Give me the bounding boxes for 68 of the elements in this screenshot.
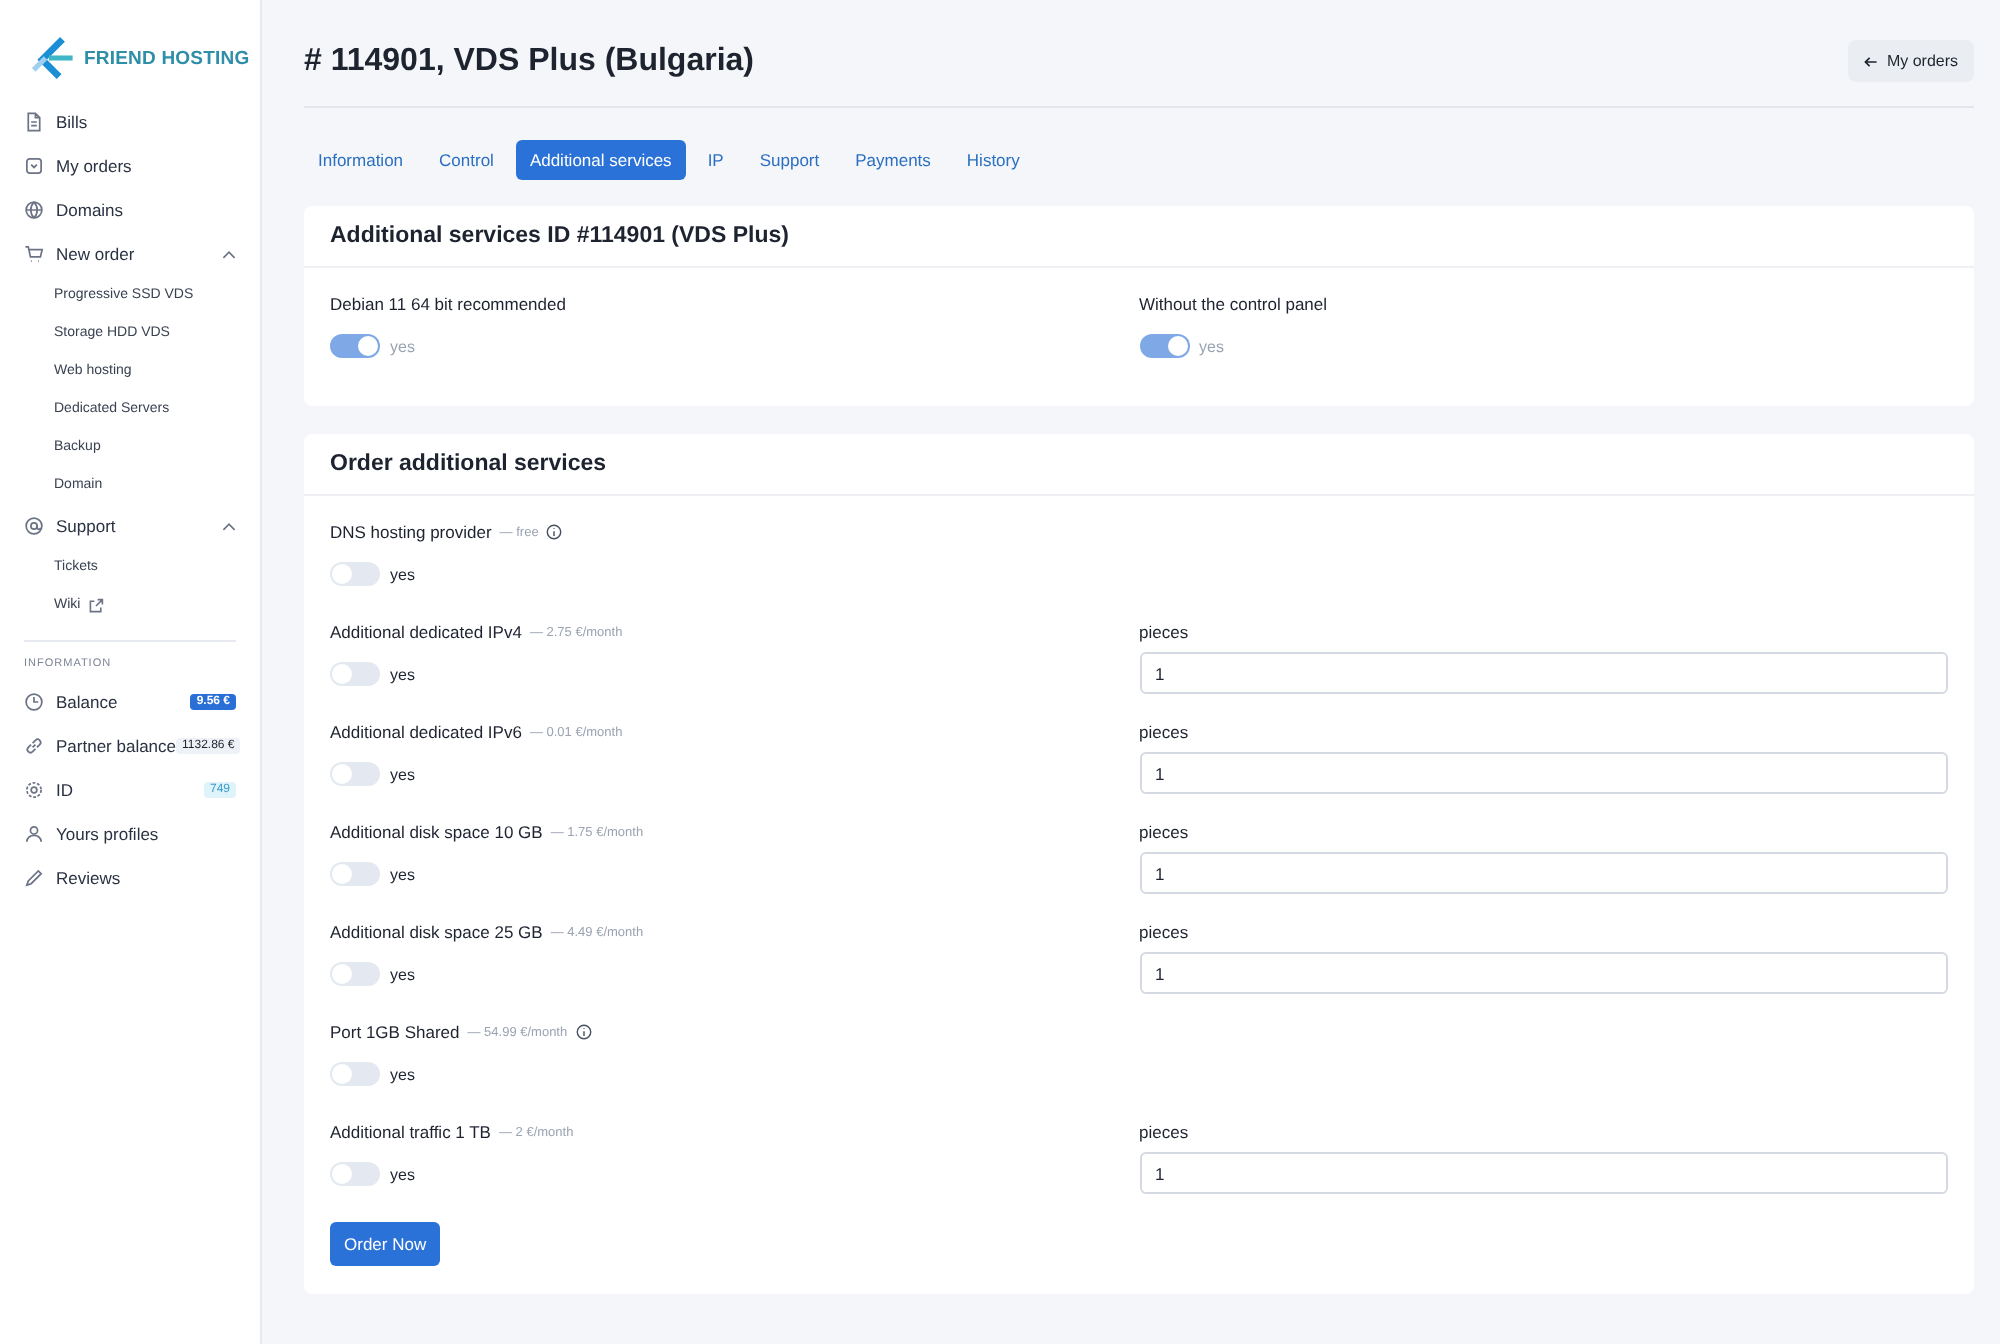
tab[interactable]: IP bbox=[693, 140, 738, 180]
toggle-label: yes bbox=[390, 1065, 415, 1083]
service-name: Additional dedicated IPv6 bbox=[330, 722, 522, 742]
cart-icon bbox=[24, 244, 44, 264]
field-label: pieces bbox=[1139, 622, 1191, 642]
toggle-label: yes bbox=[390, 665, 415, 683]
tab[interactable]: Control bbox=[425, 140, 508, 180]
pieces-input[interactable]: 1 bbox=[1139, 952, 1948, 994]
at-sign-icon bbox=[24, 516, 44, 536]
arrow-left-icon bbox=[1864, 55, 1879, 67]
toggle-switch[interactable] bbox=[330, 562, 380, 586]
pieces-input[interactable]: 1 bbox=[1139, 652, 1948, 694]
document-icon bbox=[24, 112, 44, 132]
sidebar-item[interactable]: Reviews bbox=[24, 856, 260, 900]
toggle-label: yes bbox=[390, 565, 415, 583]
toggle-switch[interactable] bbox=[330, 762, 380, 786]
sidebar-item[interactable]: Bills bbox=[24, 100, 260, 144]
service-name: Additional traffic 1 TB bbox=[330, 1122, 491, 1142]
link-icon bbox=[24, 736, 44, 756]
info-icon[interactable] bbox=[546, 524, 563, 540]
gear-icon bbox=[24, 780, 44, 800]
user-icon bbox=[24, 824, 44, 844]
field-label: pieces bbox=[1139, 1122, 1191, 1142]
info-icon[interactable] bbox=[575, 1024, 592, 1040]
card-title: Additional services ID #114901 (VDS Plus) bbox=[330, 224, 791, 248]
field-label: pieces bbox=[1139, 722, 1191, 742]
service-name: Additional disk space 10 GB bbox=[330, 822, 543, 842]
toggle-switch[interactable] bbox=[330, 862, 380, 886]
toggle-switch[interactable] bbox=[330, 1062, 380, 1086]
toggle-label: yes bbox=[390, 337, 415, 355]
toggle-switch[interactable] bbox=[330, 962, 380, 986]
tab[interactable]: Information bbox=[304, 140, 418, 180]
clock-icon bbox=[24, 692, 44, 712]
service-label: Debian 11 64 bit recommended bbox=[330, 294, 568, 314]
sidebar-item[interactable]: Domains bbox=[24, 188, 260, 232]
pencil-icon bbox=[24, 868, 44, 888]
sidebar-item[interactable]: Support bbox=[24, 504, 260, 548]
field-label: pieces bbox=[1139, 922, 1191, 942]
service-name: Port 1GB Shared bbox=[330, 1022, 460, 1042]
box-icon bbox=[24, 156, 44, 176]
toggle-switch[interactable] bbox=[330, 1162, 380, 1186]
page-title: # 114901, VDS Plus (Bulgaria) bbox=[304, 43, 754, 79]
tab[interactable]: History bbox=[952, 140, 1034, 180]
service-name: DNS hosting provider bbox=[330, 522, 492, 542]
sidebar-item[interactable]: New order bbox=[24, 232, 260, 276]
tab[interactable]: Payments bbox=[841, 140, 945, 180]
back-button[interactable]: My orders bbox=[1848, 40, 1974, 82]
order-now-button[interactable]: Order Now bbox=[330, 1222, 441, 1266]
pieces-input[interactable]: 1 bbox=[1139, 852, 1948, 894]
field-label: pieces bbox=[1139, 822, 1191, 842]
service-name: Additional dedicated IPv4 bbox=[330, 622, 522, 642]
toggle-switch[interactable] bbox=[330, 662, 380, 686]
globe-icon bbox=[24, 200, 44, 220]
sidebar-item[interactable]: Yours profiles bbox=[24, 812, 260, 856]
toggle-label: yes bbox=[390, 1165, 415, 1183]
service-name: Additional disk space 25 GB bbox=[330, 922, 543, 942]
toggle-label: yes bbox=[390, 765, 415, 783]
pieces-input[interactable]: 1 bbox=[1139, 1152, 1948, 1194]
tab[interactable]: Support bbox=[745, 140, 834, 180]
toggle-label: yes bbox=[390, 865, 415, 883]
card-title: Order additional services bbox=[330, 452, 609, 476]
service-label: Without the control panel bbox=[1139, 294, 1330, 314]
tab[interactable]: Additional services bbox=[515, 140, 686, 180]
pieces-input[interactable]: 1 bbox=[1139, 752, 1948, 794]
logo-text: FRIEND HOSTING bbox=[84, 47, 250, 69]
sidebar-item[interactable]: My orders bbox=[24, 144, 260, 188]
toggle-label: yes bbox=[1199, 337, 1224, 355]
toggle-label: yes bbox=[390, 965, 415, 983]
